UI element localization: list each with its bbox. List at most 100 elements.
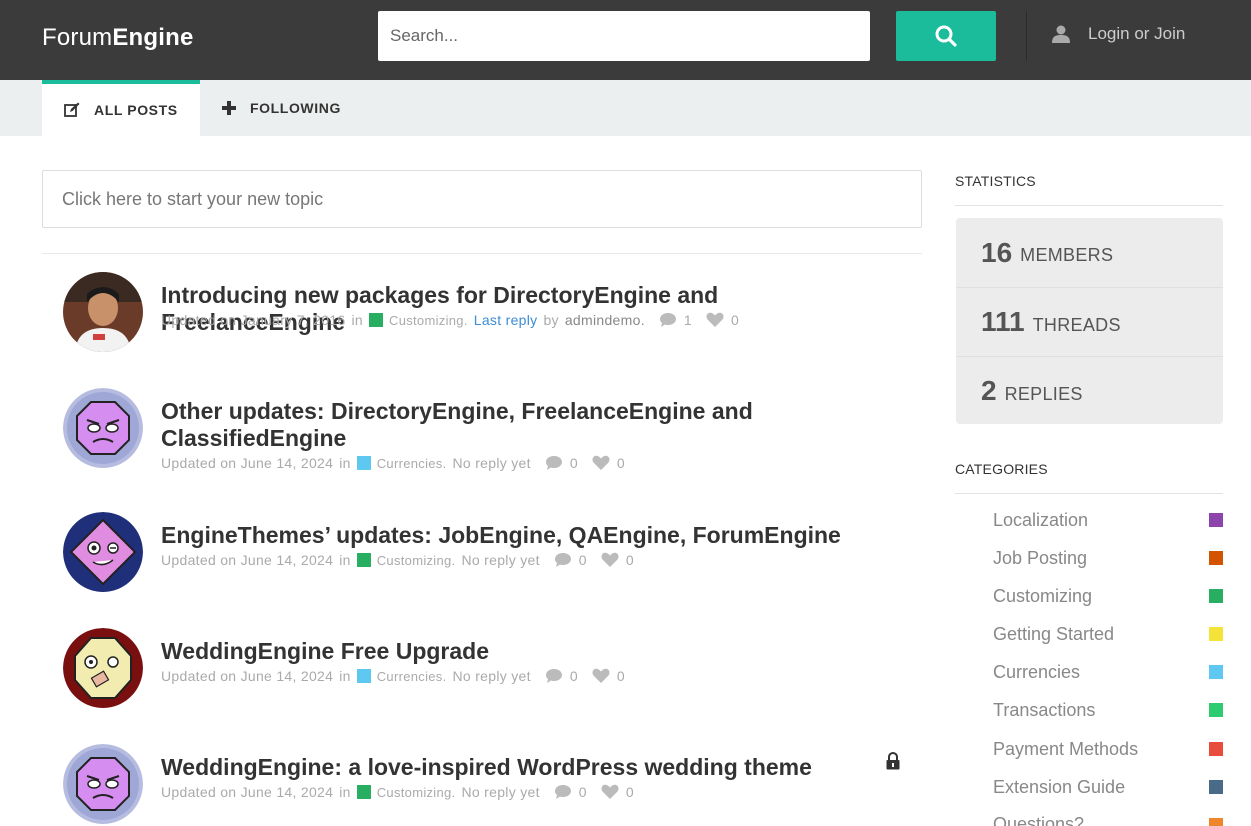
post-meta: Updated on January 7, 2016 in Customizin… bbox=[161, 312, 739, 328]
main-divider bbox=[42, 253, 922, 254]
category-label: Extension Guide bbox=[993, 776, 1126, 797]
post-category[interactable]: Customizing. bbox=[377, 785, 456, 800]
post-category[interactable]: Currencies. bbox=[377, 456, 447, 471]
stat-threads: 111 THREADS bbox=[956, 287, 1223, 356]
stat-members: 16 MEMBERS bbox=[956, 218, 1223, 287]
category-item-payment-methods[interactable]: Payment Methods bbox=[993, 730, 1223, 768]
categories-divider bbox=[955, 493, 1223, 494]
category-label: Localization bbox=[993, 509, 1089, 530]
avatar[interactable] bbox=[63, 512, 143, 592]
new-topic-input[interactable] bbox=[42, 170, 922, 228]
post-item: EngineThemes’ updates: JobEngine, QAEngi… bbox=[42, 512, 922, 602]
lock-icon bbox=[886, 751, 900, 775]
category-label: Transactions bbox=[993, 699, 1096, 720]
post-updated: Updated on June 14, 2024 bbox=[161, 552, 334, 568]
category-item-getting-started[interactable]: Getting Started bbox=[993, 615, 1223, 653]
statistics-panel: 16 MEMBERS 111 THREADS 2 REPLIES bbox=[956, 218, 1223, 424]
edit-icon bbox=[64, 102, 80, 117]
comment-icon bbox=[554, 784, 572, 800]
category-color-square bbox=[356, 553, 371, 567]
post-title[interactable]: EngineThemes’ updates: JobEngine, QAEngi… bbox=[161, 522, 861, 549]
stat-label: MEMBERS bbox=[1020, 245, 1114, 265]
last-reply-link[interactable]: Last reply bbox=[474, 312, 538, 328]
heart-icon[interactable] bbox=[601, 784, 619, 800]
category-color-square bbox=[356, 785, 371, 799]
post-in: in bbox=[339, 784, 351, 800]
category-color-square bbox=[1209, 589, 1223, 603]
post-category[interactable]: Customizing. bbox=[377, 553, 456, 568]
post-meta: Updated on June 14, 2024 in Currencies. … bbox=[161, 668, 625, 684]
post-item: Introducing new packages for DirectoryEn… bbox=[42, 272, 922, 362]
heart-icon[interactable] bbox=[601, 552, 619, 568]
category-item-job-posting[interactable]: Job Posting bbox=[993, 539, 1223, 577]
like-count: 0 bbox=[730, 312, 740, 328]
post-item: Other updates: DirectoryEngine, Freelanc… bbox=[42, 388, 922, 488]
post-meta: Updated on June 14, 2024 in Customizing.… bbox=[161, 552, 634, 568]
plus-icon bbox=[222, 101, 236, 115]
reply-status: No reply yet bbox=[461, 552, 540, 568]
stat-number: 111 bbox=[981, 306, 1025, 337]
avatar[interactable] bbox=[63, 628, 143, 708]
avatar[interactable] bbox=[63, 388, 143, 468]
category-color-square bbox=[1209, 780, 1223, 794]
category-color-square bbox=[1209, 513, 1223, 527]
post-author[interactable]: admindemo. bbox=[565, 312, 645, 328]
heart-icon[interactable] bbox=[706, 312, 724, 328]
category-item-localization[interactable]: Localization bbox=[993, 501, 1223, 539]
heart-icon[interactable] bbox=[592, 668, 610, 684]
category-color-square bbox=[1209, 551, 1223, 565]
like-count: 0 bbox=[625, 784, 634, 800]
post-category[interactable]: Currencies. bbox=[377, 669, 447, 684]
stat-replies: 2 REPLIES bbox=[956, 356, 1223, 425]
comment-icon bbox=[545, 668, 563, 684]
top-header: ForumEngine Login or Join bbox=[0, 0, 1251, 80]
stat-label: THREADS bbox=[1032, 314, 1121, 335]
comment-count: 0 bbox=[578, 784, 587, 800]
comment-count: 0 bbox=[569, 668, 578, 684]
tab-following[interactable]: FOLLOWING bbox=[222, 80, 341, 136]
post-meta: Updated on June 14, 2024 in Currencies. … bbox=[161, 455, 625, 471]
post-updated: Updated on June 14, 2024 bbox=[161, 455, 334, 471]
login-label: Login or Join bbox=[1088, 24, 1186, 43]
tab-label: ALL POSTS bbox=[94, 102, 178, 118]
avatar[interactable] bbox=[63, 272, 143, 352]
category-item-transactions[interactable]: Transactions bbox=[993, 691, 1223, 729]
category-item-currencies[interactable]: Currencies bbox=[993, 653, 1223, 691]
post-in: in bbox=[339, 455, 351, 471]
like-count: 0 bbox=[625, 552, 634, 568]
post-title[interactable]: WeddingEngine Free Upgrade bbox=[161, 638, 861, 665]
post-in: in bbox=[339, 668, 351, 684]
comment-count: 0 bbox=[578, 552, 587, 568]
category-item-questions[interactable]: Questions? bbox=[993, 806, 1223, 826]
like-count: 0 bbox=[616, 455, 625, 471]
category-color-square bbox=[1209, 627, 1223, 641]
login-join-link[interactable]: Login or Join bbox=[1052, 24, 1185, 44]
tab-label: FOLLOWING bbox=[250, 100, 341, 116]
avatar[interactable] bbox=[63, 744, 143, 824]
comment-count: 0 bbox=[569, 455, 578, 471]
heart-icon[interactable] bbox=[592, 455, 610, 471]
post-title[interactable]: WeddingEngine: a love-inspired WordPress… bbox=[161, 754, 861, 781]
category-label: Job Posting bbox=[993, 547, 1088, 568]
post-updated: Updated on June 14, 2024 bbox=[161, 784, 334, 800]
category-label: Getting Started bbox=[993, 623, 1115, 644]
category-item-customizing[interactable]: Customizing bbox=[993, 577, 1223, 615]
stat-label: REPLIES bbox=[1004, 383, 1083, 404]
category-color-square bbox=[1209, 818, 1223, 826]
categories-heading: CATEGORIES bbox=[955, 461, 1048, 477]
site-logo[interactable]: ForumEngine bbox=[42, 24, 194, 52]
statistics-heading: STATISTICS bbox=[955, 173, 1036, 189]
reply-status: No reply yet bbox=[452, 668, 531, 684]
search-input[interactable] bbox=[378, 11, 870, 61]
post-title[interactable]: Other updates: DirectoryEngine, Freelanc… bbox=[161, 398, 861, 452]
search-button[interactable] bbox=[896, 11, 996, 61]
category-item-extension-guide[interactable]: Extension Guide bbox=[993, 768, 1223, 806]
category-color-square bbox=[356, 456, 371, 470]
tab-all-posts[interactable]: ALL POSTS bbox=[42, 80, 200, 136]
category-label: Payment Methods bbox=[993, 738, 1139, 759]
post-category[interactable]: Customizing. bbox=[389, 313, 468, 328]
post-updated: Updated on January 7, 2016 bbox=[161, 312, 346, 328]
category-label: Currencies bbox=[993, 661, 1081, 682]
statistics-divider bbox=[955, 205, 1223, 206]
comment-count: 1 bbox=[683, 312, 692, 328]
